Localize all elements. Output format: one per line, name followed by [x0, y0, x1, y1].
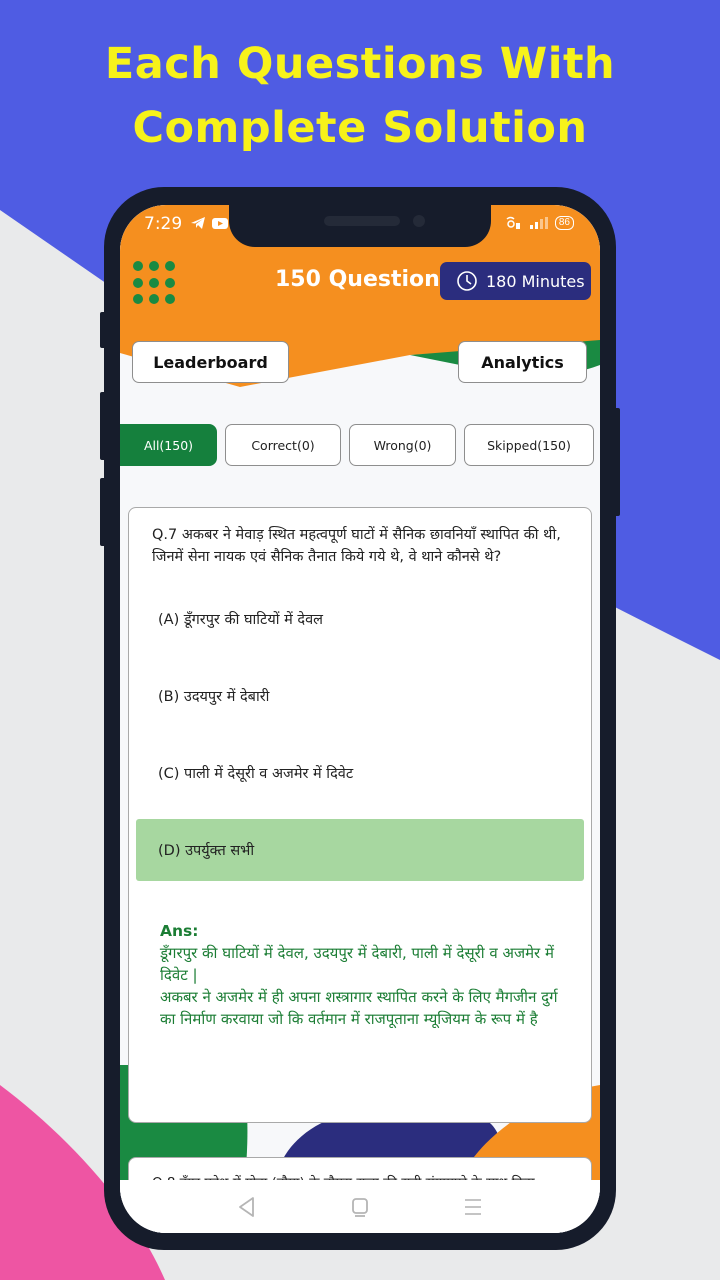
answer-line-1: डूँगरपुर की घाटियों में देवल, उदयपुर में…	[160, 944, 554, 984]
filter-skipped[interactable]: Skipped(150)	[464, 424, 594, 466]
option-c[interactable]: (C) पाली में देसूरी व अजमेर में दिवेट	[136, 742, 584, 804]
question-text: Q.7 अकबर ने मेवाड़ स्थित महत्वपूर्ण घाटो…	[152, 527, 561, 565]
filter-correct[interactable]: Correct(0)	[225, 424, 341, 466]
page-title: 150 Questions	[275, 267, 453, 292]
system-nav-bar	[120, 1180, 600, 1233]
timer-label: 180 Minutes	[486, 271, 585, 291]
youtube-icon	[212, 218, 228, 229]
back-icon	[238, 1196, 254, 1217]
phone-side-button	[100, 312, 106, 348]
clock-icon	[457, 271, 477, 291]
option-b[interactable]: (B) उदयपुर में देबारी	[136, 665, 584, 727]
wifi-call-icon	[506, 216, 520, 229]
phone-speaker	[324, 216, 400, 226]
filter-all[interactable]: All(150)	[120, 424, 217, 466]
app-screen: 7:29 86 150 Questions 180 Minutes Leader…	[120, 205, 600, 1233]
filter-tabs: All(150) Correct(0) Wrong(0) Skipped(150…	[120, 424, 600, 466]
nav-back-button[interactable]	[227, 1187, 267, 1227]
phone-volume-up-button	[100, 392, 106, 460]
answer-line-2: अकबर ने अजमेर में ही अपना शस्त्रागार स्थ…	[160, 988, 558, 1028]
status-right-icons: 86	[505, 216, 574, 230]
phone-camera	[413, 215, 425, 227]
analytics-button[interactable]: Analytics	[458, 341, 587, 383]
menu-icon	[465, 1198, 482, 1215]
option-a[interactable]: (A) डूँगरपुर की घाटियों में देवल	[136, 588, 584, 650]
nav-recents-button[interactable]	[453, 1187, 493, 1227]
headline-line-2: Complete Solution	[132, 103, 588, 153]
leaderboard-button[interactable]: Leaderboard	[132, 341, 289, 383]
telegram-icon	[191, 217, 205, 229]
question-card: Q.7 अकबर ने मेवाड़ स्थित महत्वपूर्ण घाटो…	[128, 507, 592, 1123]
promo-headline: Each Questions With Complete Solution	[0, 32, 720, 160]
battery-icon: 86	[554, 216, 574, 230]
grid-menu-icon[interactable]	[133, 261, 177, 305]
headline-line-1: Each Questions With	[104, 39, 616, 89]
phone-power-button	[614, 408, 620, 516]
status-time: 7:29	[144, 214, 183, 234]
timer-badge: 180 Minutes	[440, 262, 591, 300]
status-left-icons	[190, 216, 228, 230]
option-d-correct[interactable]: (D) उपर्युक्त सभी	[136, 819, 584, 881]
nav-home-button[interactable]	[340, 1187, 380, 1227]
answer-explanation: Ans: डूँगरपुर की घाटियों में देवल, उदयपु…	[160, 920, 570, 1030]
phone-volume-down-button	[100, 478, 106, 546]
signal-icon	[529, 217, 548, 229]
filter-wrong[interactable]: Wrong(0)	[349, 424, 456, 466]
home-icon	[352, 1197, 368, 1217]
answer-label: Ans:	[160, 922, 199, 940]
